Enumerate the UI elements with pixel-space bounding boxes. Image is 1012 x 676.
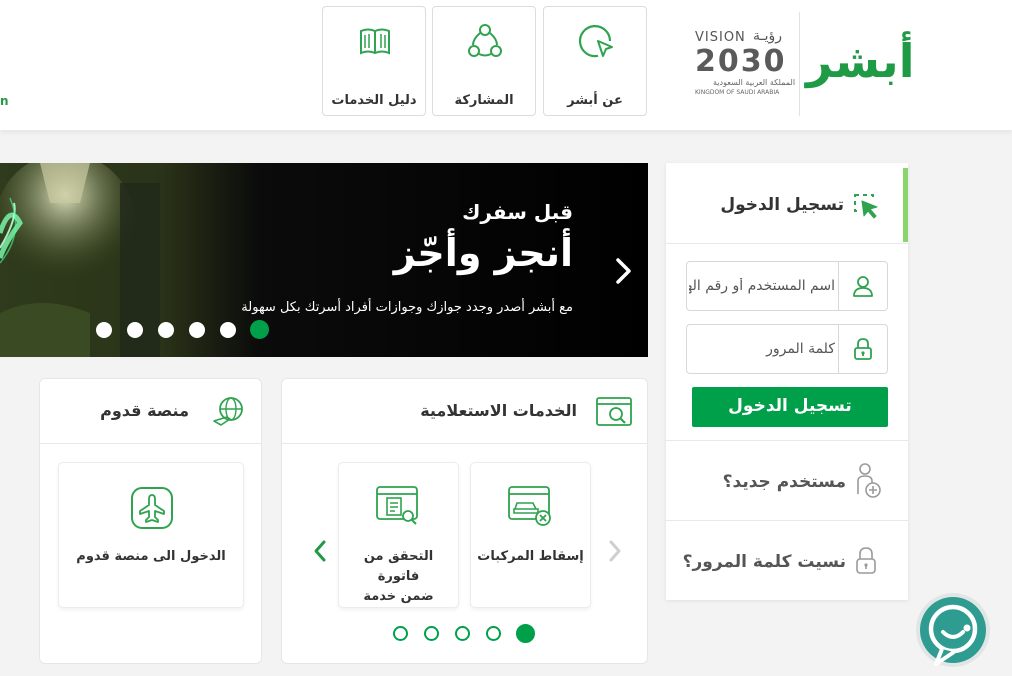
chat-assistant-icon xyxy=(916,593,990,667)
banner-description: مع أبشر أصدر وجدد جوازك وجوازات أفراد أس… xyxy=(241,300,573,315)
new-user-link[interactable]: مستخدم جديد؟ xyxy=(666,441,908,519)
password-input[interactable] xyxy=(689,333,835,365)
banner-dot[interactable] xyxy=(220,322,236,338)
carousel-dot[interactable] xyxy=(424,626,439,641)
banner-dot[interactable] xyxy=(127,322,143,338)
cursor-circle-icon xyxy=(578,25,613,58)
kingdom-ar: المملكة العربية السعودية xyxy=(713,78,796,87)
carousel-dot-active[interactable] xyxy=(516,624,535,643)
vision-word: VISION xyxy=(695,30,746,45)
username-input[interactable] xyxy=(689,270,835,302)
nav-label: دليل الخدمات xyxy=(331,93,417,108)
absher-brand-text: أبشر xyxy=(806,34,915,88)
vision-ar: رؤيـة xyxy=(753,28,783,44)
cursor-select-icon xyxy=(854,194,878,219)
login-header-title: تسجيل الدخول xyxy=(720,195,844,215)
vision-year: 2030 xyxy=(695,44,787,79)
user-add-icon xyxy=(857,463,881,498)
lock-icon xyxy=(854,338,872,360)
vision-2030-logo: VISION رؤيـة 2030 المملكة العربية السعود… xyxy=(695,28,795,100)
share-nodes-icon xyxy=(468,24,502,57)
carousel-prev-arrow-icon[interactable] xyxy=(606,539,624,563)
vehicle-remove-icon xyxy=(508,486,551,526)
nav-participation[interactable]: المشاركة xyxy=(432,6,536,116)
logo-divider xyxy=(799,12,800,116)
password-field[interactable] xyxy=(686,324,888,374)
tile-label: إسقاط المركبات xyxy=(477,549,584,564)
banner-dot-active[interactable] xyxy=(250,320,269,339)
carousel-next-arrow-icon[interactable] xyxy=(311,539,329,563)
nav-about-absher[interactable]: عن أبشر xyxy=(543,6,647,116)
input-separator xyxy=(838,325,839,373)
lock-outline-icon xyxy=(856,547,876,574)
tile-label: الدخول الى منصة قدوم xyxy=(76,549,226,564)
carousel-dot[interactable] xyxy=(393,626,408,641)
banner-dot[interactable] xyxy=(96,322,112,338)
airplane-icon xyxy=(131,487,173,529)
carousel-dot[interactable] xyxy=(455,626,470,641)
banner-dot[interactable] xyxy=(158,322,174,338)
card-header: منصة قدوم xyxy=(40,379,261,444)
book-icon xyxy=(360,28,390,55)
absher-logo[interactable]: أبشر xyxy=(806,8,915,118)
inquiry-services-card: الخدمات الاستعلامية إسقاط المركبات التحق… xyxy=(281,378,648,664)
site-header: n دليل الخدمات المشاركة عن أبشر VISION ر… xyxy=(0,0,1012,130)
banner-next-arrow-icon[interactable] xyxy=(614,256,634,286)
login-panel: تسجيل الدخول تسجيل الدخول مستخدم جديد؟ xyxy=(666,163,908,600)
login-header-accent xyxy=(903,168,908,242)
login-header: تسجيل الدخول xyxy=(666,163,908,243)
service-tile-vehicle-removal[interactable]: إسقاط المركبات xyxy=(470,462,591,608)
kingdom-en: KINGDOM OF SAUDI ARABIA xyxy=(695,89,780,96)
username-field[interactable] xyxy=(686,261,888,311)
new-user-label: مستخدم جديد؟ xyxy=(722,472,846,492)
user-icon xyxy=(853,276,873,297)
login-submit-label: تسجيل الدخول xyxy=(728,396,852,416)
login-submit-button[interactable]: تسجيل الدخول xyxy=(692,387,888,427)
banner-title: أنجز وأجّز xyxy=(393,231,573,275)
qudoom-platform-card: منصة قدوم الدخول الى منصة قدوم xyxy=(39,378,262,664)
card-title: منصة قدوم xyxy=(100,401,189,420)
qudoom-login-tile[interactable]: الدخول الى منصة قدوم xyxy=(58,462,244,608)
search-window-icon xyxy=(596,397,632,426)
header-edge-link[interactable]: n xyxy=(0,94,9,108)
tile-label: التحقق من فاتورة ضمن خدمة فرجت xyxy=(363,549,434,604)
card-title: الخدمات الاستعلامية xyxy=(420,401,577,420)
nav-label: المشاركة xyxy=(454,93,514,108)
card-header: الخدمات الاستعلامية xyxy=(282,379,647,444)
invoice-search-icon xyxy=(376,486,418,525)
divider xyxy=(666,243,908,244)
globe-plane-icon xyxy=(213,397,243,426)
service-tile-invoice-check[interactable]: التحقق من فاتورة ضمن خدمة فرجت xyxy=(338,462,459,608)
carousel-dot[interactable] xyxy=(486,626,501,641)
input-separator xyxy=(838,262,839,310)
banner-dot[interactable] xyxy=(189,322,205,338)
chat-assistant-button[interactable] xyxy=(914,592,992,672)
nav-help-guide[interactable]: دليل الخدمات xyxy=(322,6,426,116)
banner-subtitle: قبل سفرك xyxy=(462,200,573,224)
nav-label: عن أبشر xyxy=(567,93,623,108)
forgot-password-label: نسيت كلمة المرور؟ xyxy=(682,552,846,572)
forgot-password-link[interactable]: نسيت كلمة المرور؟ xyxy=(666,521,908,599)
